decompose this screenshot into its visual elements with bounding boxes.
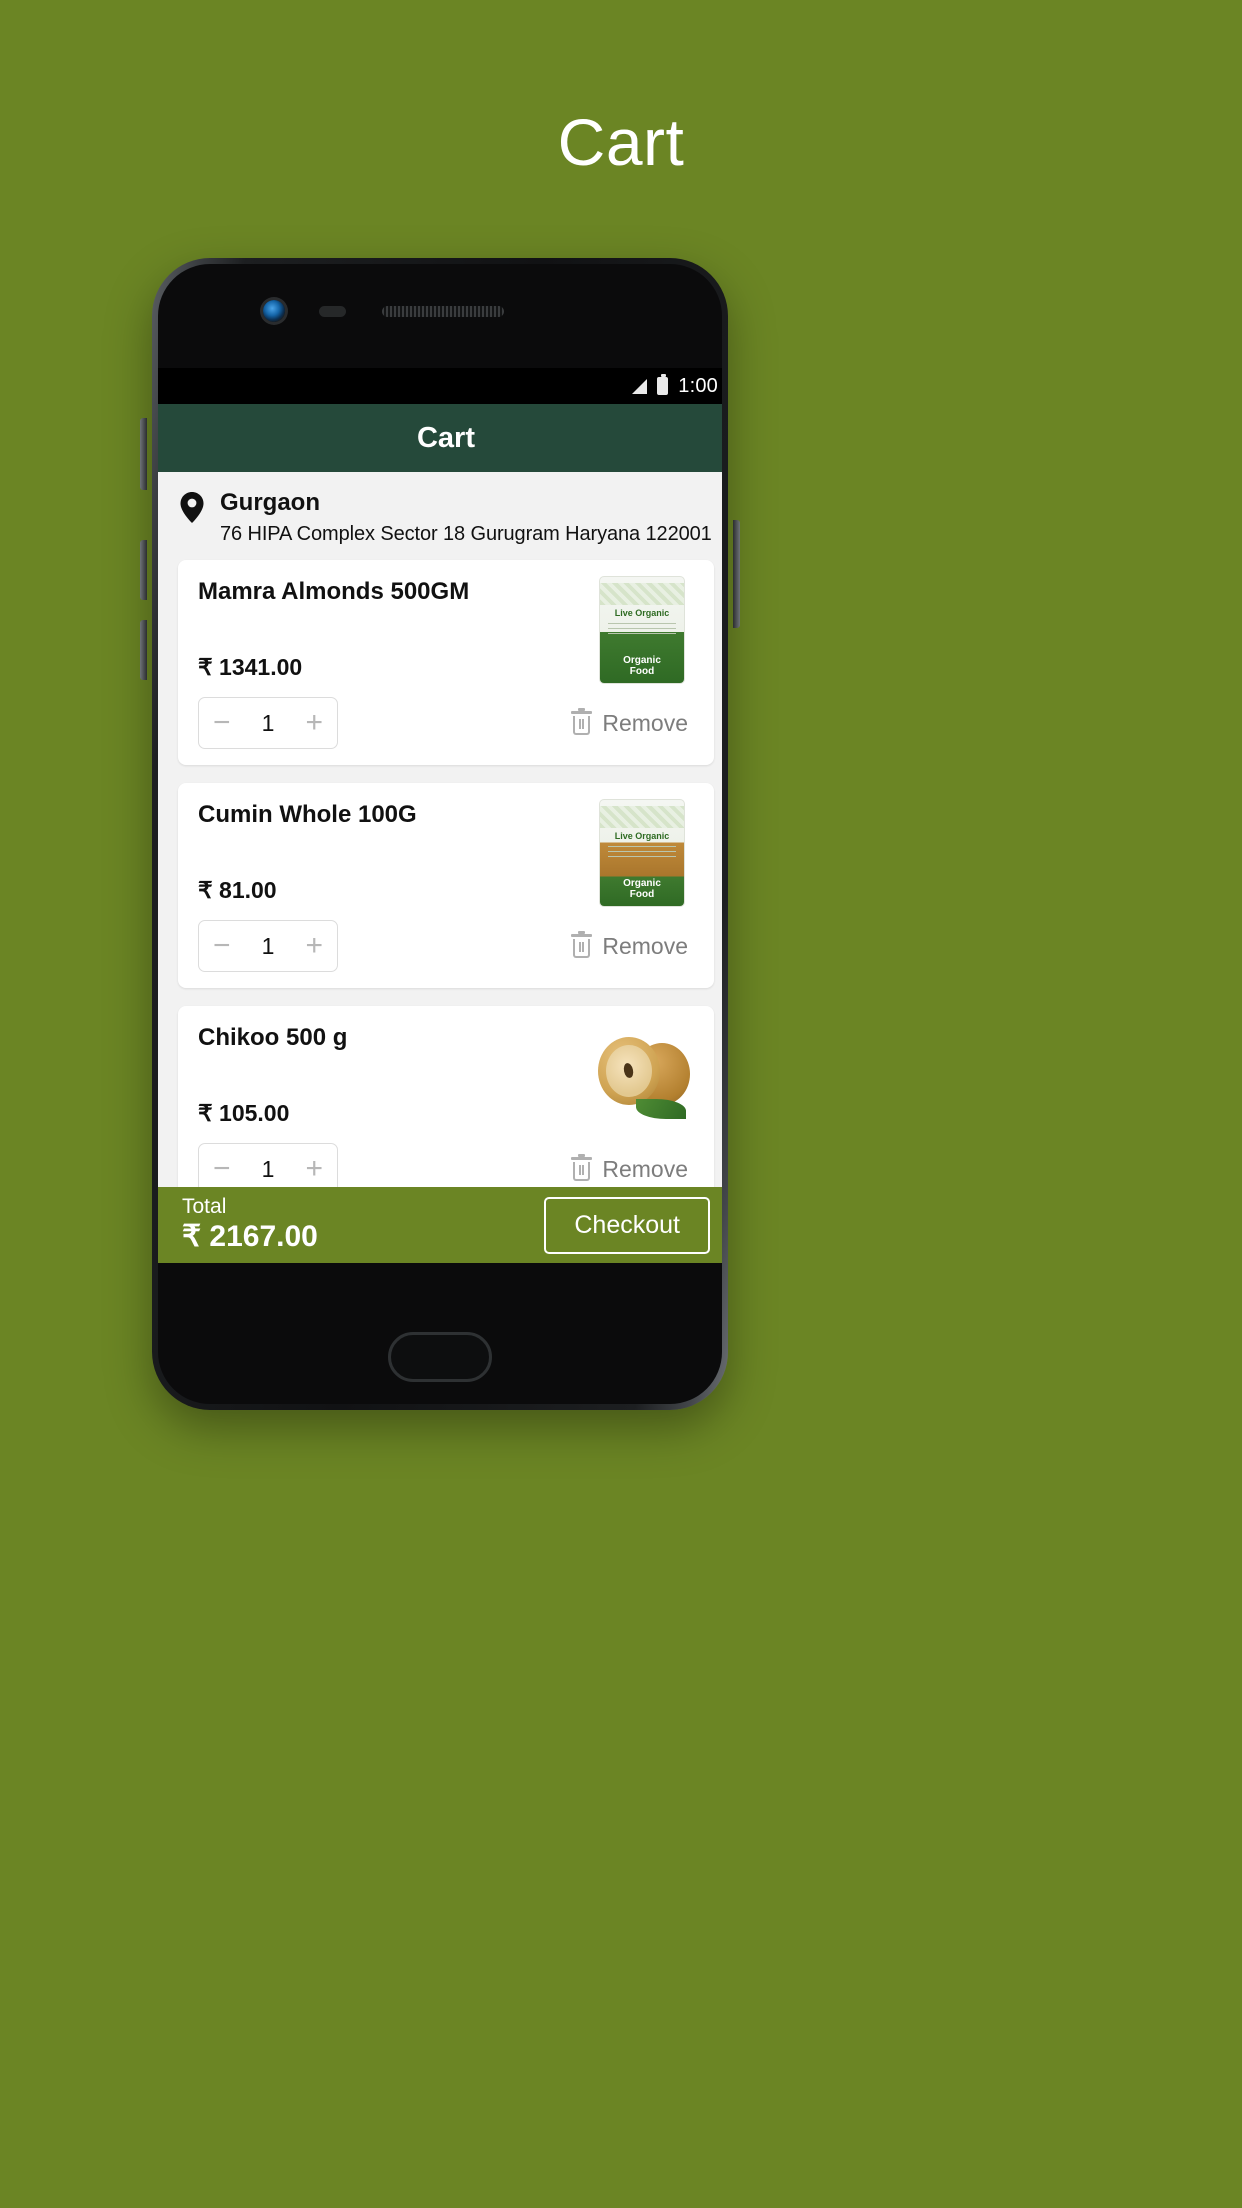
proximity-sensor-icon <box>319 306 346 317</box>
remove-label: Remove <box>602 1155 688 1182</box>
remove-item-button[interactable]: Remove <box>571 708 694 737</box>
total-bar: Total ₹ 2167.00 Checkout <box>158 1187 722 1263</box>
cart-content: Gurgaon 76 HIPA Complex Sector 18 Gurugr… <box>158 472 722 1263</box>
top-bezel <box>158 264 722 346</box>
trash-icon <box>571 1154 593 1181</box>
trash-icon <box>571 708 593 735</box>
address-city: Gurgaon <box>220 489 320 516</box>
item-actions: − 1 + Remove <box>198 920 694 972</box>
app-bar-title: Cart <box>416 421 475 454</box>
delivery-address[interactable]: Gurgaon 76 HIPA Complex Sector 18 Gurugr… <box>158 472 722 560</box>
remove-item-button[interactable]: Remove <box>571 1154 694 1183</box>
increase-quantity-button[interactable]: + <box>305 708 323 738</box>
item-thumbnail: Live Organic Organic Food <box>592 574 692 686</box>
almond-packet-image: Live Organic Organic Food <box>599 576 685 684</box>
decrease-quantity-button[interactable]: − <box>213 708 231 738</box>
quantity-value: 1 <box>261 709 275 736</box>
battery-icon <box>657 374 669 395</box>
volume-up-button[interactable] <box>140 418 147 490</box>
item-actions: − 1 + Remove <box>198 697 694 749</box>
status-bar-time: 1:00 <box>678 374 718 397</box>
earpiece-speaker-icon <box>382 306 504 317</box>
trash-icon <box>571 931 593 958</box>
checkout-button[interactable]: Checkout <box>544 1196 710 1254</box>
front-camera-icon <box>263 300 285 322</box>
cumin-packet-image: Live Organic Organic Food <box>599 799 685 907</box>
alert-slider[interactable] <box>140 620 147 680</box>
quantity-value: 1 <box>261 1155 275 1182</box>
decrease-quantity-button[interactable]: − <box>213 1154 231 1184</box>
remove-label: Remove <box>602 709 688 736</box>
increase-quantity-button[interactable]: + <box>305 931 323 961</box>
power-button[interactable] <box>733 520 740 628</box>
total-value: ₹ 2167.00 <box>182 1220 318 1254</box>
cart-item-row[interactable]: Cumin Whole 100G Live Organic Organic Foo… <box>178 783 714 988</box>
signal-icon <box>632 378 648 394</box>
status-bar: 1:00 <box>158 368 722 404</box>
home-button[interactable] <box>388 1332 492 1382</box>
phone-screen: 1:00 Cart Gurgaon 76 HIPA Complex Sector… <box>158 368 722 1263</box>
quantity-value: 1 <box>261 932 275 959</box>
increase-quantity-button[interactable]: + <box>305 1154 323 1184</box>
total-label: Total <box>182 1194 227 1218</box>
quantity-stepper[interactable]: − 1 + <box>198 697 338 749</box>
chikoo-fruit-image <box>592 1033 692 1119</box>
page-title: Cart <box>557 105 685 179</box>
item-thumbnail: Live Organic Organic Food <box>592 797 692 909</box>
cart-item-row[interactable]: Mamra Almonds 500GM Live Organic Organic… <box>178 560 714 765</box>
cart-item-list: Mamra Almonds 500GM Live Organic Organic… <box>158 560 722 1211</box>
remove-label: Remove <box>602 932 688 959</box>
volume-down-button[interactable] <box>140 540 147 600</box>
item-thumbnail <box>592 1020 692 1132</box>
phone-body: 1:00 Cart Gurgaon 76 HIPA Complex Sector… <box>158 264 722 1404</box>
address-line: 76 HIPA Complex Sector 18 Gurugram Harya… <box>220 523 712 545</box>
quantity-stepper[interactable]: − 1 + <box>198 920 338 972</box>
app-bar: Cart <box>158 404 722 472</box>
cart-item-row[interactable]: Chikoo 500 g ₹ 105.00 − 1 + Remove <box>178 1006 714 1211</box>
decrease-quantity-button[interactable]: − <box>213 931 231 961</box>
location-pin-icon <box>180 492 204 528</box>
remove-item-button[interactable]: Remove <box>571 931 694 960</box>
phone-frame: 1:00 Cart Gurgaon 76 HIPA Complex Sector… <box>140 258 740 1410</box>
